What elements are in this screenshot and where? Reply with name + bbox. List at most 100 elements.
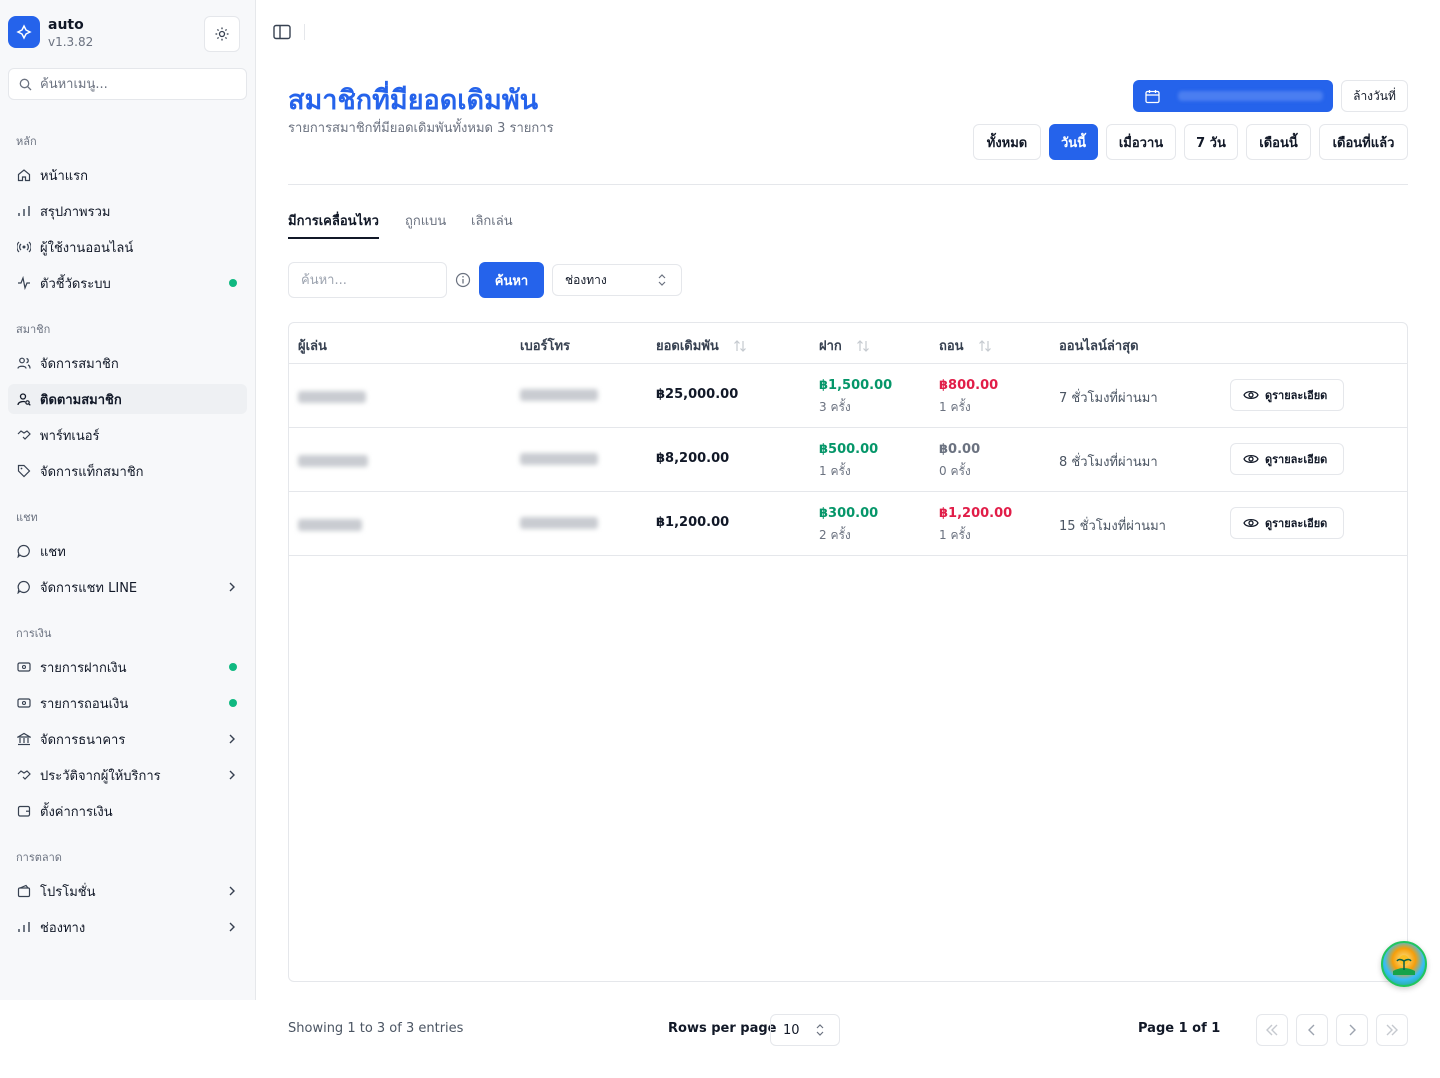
bank-icon <box>17 732 31 746</box>
range-last-month-button[interactable]: เดือนที่แล้ว <box>1319 124 1408 160</box>
status-dot <box>229 699 237 707</box>
status-dot <box>229 279 237 287</box>
nav-group-chat: แชท <box>16 511 38 524</box>
column-header-withdraw[interactable]: ถอน <box>939 335 992 356</box>
chevrons-left-icon <box>1266 1024 1278 1036</box>
sort-icon[interactable] <box>733 339 747 353</box>
nav-label: พาร์ทเนอร์ <box>40 428 100 444</box>
provider-icon <box>17 768 31 782</box>
floating-widget-button[interactable] <box>1381 941 1427 987</box>
tab-active[interactable]: มีการเคลื่อนไหว <box>288 210 379 239</box>
bar-chart-icon <box>17 920 31 934</box>
range-7days-button[interactable]: 7 วัน <box>1184 124 1238 160</box>
nav-manage-members[interactable]: จัดการสมาชิก <box>8 348 247 378</box>
theme-toggle-button[interactable] <box>204 16 240 52</box>
nav-system-metrics[interactable]: ตัวชี้วัดระบบ <box>8 268 247 298</box>
island-icon <box>1393 955 1415 975</box>
nav-line-chat[interactable]: จัดการแชท LINE <box>8 572 247 602</box>
nav-label: จัดการธนาคาร <box>40 732 126 748</box>
nav-label: รายการถอนเงิน <box>40 696 129 712</box>
range-this-month-button[interactable]: เดือนนี้ <box>1246 124 1311 160</box>
nav-partners[interactable]: พาร์ทเนอร์ <box>8 420 247 450</box>
sort-icon[interactable] <box>978 339 992 353</box>
rows-per-page-value: 10 <box>783 1022 800 1038</box>
nav-label: ตั้งค่าการเงิน <box>40 804 113 820</box>
nav-track-members[interactable]: ติดตามสมาชิก <box>8 384 247 414</box>
nav-online-users[interactable]: ผู้ใช้งานออนไลน์ <box>8 232 247 262</box>
withdraw-count: 0 ครั้ง <box>939 464 971 478</box>
channel-select[interactable]: ช่องทาง <box>552 264 682 296</box>
last-online: 15 ชั่วโมงที่ผ่านมา <box>1059 519 1166 534</box>
range-today-button[interactable]: วันนี้ <box>1049 124 1098 160</box>
column-header-balance[interactable]: ยอดเดิมพัน <box>656 335 747 356</box>
player-name-redacted <box>298 519 362 531</box>
handshake-icon <box>17 428 31 442</box>
nav-overview[interactable]: สรุปภาพรวม <box>8 196 247 226</box>
nav-finance-settings[interactable]: ตั้งค่าการเงิน <box>8 796 247 826</box>
deposit-count: 1 ครั้ง <box>819 464 851 478</box>
home-icon <box>17 168 31 182</box>
rows-per-page-label: Rows per page <box>668 1021 777 1036</box>
rows-per-page-select[interactable]: 10 <box>770 1014 840 1046</box>
last-online: 7 ชั่วโมงที่ผ่านมา <box>1059 391 1158 406</box>
eye-icon <box>1243 454 1259 464</box>
deposit-amount: ฿1,500.00 <box>819 378 893 393</box>
balance-cell: ฿1,200.00 <box>656 515 730 530</box>
nav-label: จัดการสมาชิก <box>40 356 119 372</box>
chat-icon <box>17 580 31 594</box>
column-header-deposit[interactable]: ฝาก <box>819 335 870 356</box>
nav-member-tags[interactable]: จัดการแท็กสมาชิก <box>8 456 247 486</box>
nav-label: จัดการแชท LINE <box>40 580 138 596</box>
first-page-button[interactable] <box>1256 1014 1288 1046</box>
radio-icon <box>17 240 31 254</box>
previous-page-button[interactable] <box>1296 1014 1328 1046</box>
view-details-button[interactable]: ดูรายละเอียด <box>1230 443 1344 475</box>
panel-left-icon <box>273 24 291 40</box>
sort-icon[interactable] <box>856 339 870 353</box>
view-details-button[interactable]: ดูรายละเอียด <box>1230 507 1344 539</box>
nav-withdrawals[interactable]: รายการถอนเงิน <box>8 688 247 718</box>
next-page-button[interactable] <box>1336 1014 1368 1046</box>
withdraw-amount: ฿0.00 <box>939 442 981 457</box>
nav-group-main: หลัก <box>16 135 37 148</box>
menu-search[interactable] <box>8 68 247 100</box>
view-details-label: ดูรายละเอียด <box>1265 517 1328 530</box>
page-subtitle: รายการสมาชิกที่มียอดเดิมพันทั้งหมด 3 ราย… <box>288 121 554 136</box>
activity-icon <box>17 276 31 290</box>
info-icon[interactable] <box>455 272 471 288</box>
range-all-button[interactable]: ทั้งหมด <box>973 124 1041 160</box>
balance-cell: ฿25,000.00 <box>656 387 739 402</box>
nav-deposits[interactable]: รายการฝากเงิน <box>8 652 247 682</box>
page-title: สมาชิกที่มียอดเดิมพัน <box>288 85 539 116</box>
promo-icon <box>17 884 31 898</box>
nav-group-finance: การเงิน <box>16 627 52 640</box>
nav-group-members: สมาชิก <box>16 323 51 336</box>
nav-provider-history[interactable]: ประวัติจากผู้ให้บริการ <box>8 760 247 790</box>
nav-home[interactable]: หน้าแรก <box>8 160 247 190</box>
nav-promotions[interactable]: โปรโมชั่น <box>8 876 247 906</box>
deposit-count: 3 ครั้ง <box>819 400 851 414</box>
user-search-icon <box>17 392 31 406</box>
tab-banned[interactable]: ถูกแบน <box>405 210 446 239</box>
tag-icon <box>17 464 31 478</box>
deposit-amount: ฿500.00 <box>819 442 879 457</box>
sidebar-toggle-button[interactable] <box>272 22 292 42</box>
player-name-redacted <box>298 455 368 467</box>
column-header-last-online: ออนไลน์ล่าสุด <box>1059 339 1139 354</box>
wallet-icon <box>17 804 31 818</box>
chevron-left-icon <box>1308 1024 1315 1036</box>
date-range-picker[interactable] <box>1133 80 1333 112</box>
search-input[interactable] <box>288 262 447 298</box>
nav-channels[interactable]: ช่องทาง <box>8 912 247 942</box>
last-page-button[interactable] <box>1376 1014 1408 1046</box>
search-button[interactable]: ค้นหา <box>479 262 544 298</box>
last-online: 8 ชั่วโมงที่ผ่านมา <box>1059 455 1158 470</box>
menu-search-input[interactable] <box>40 76 230 92</box>
range-yesterday-button[interactable]: เมื่อวาน <box>1106 124 1176 160</box>
nav-chat[interactable]: แชท <box>8 536 247 566</box>
nav-banks[interactable]: จัดการธนาคาร <box>8 724 247 754</box>
tab-quit[interactable]: เลิกเล่น <box>471 210 513 239</box>
clear-date-button[interactable]: ล้างวันที่ <box>1341 80 1408 112</box>
view-details-button[interactable]: ดูรายละเอียด <box>1230 379 1344 411</box>
deposit-amount: ฿300.00 <box>819 506 879 521</box>
